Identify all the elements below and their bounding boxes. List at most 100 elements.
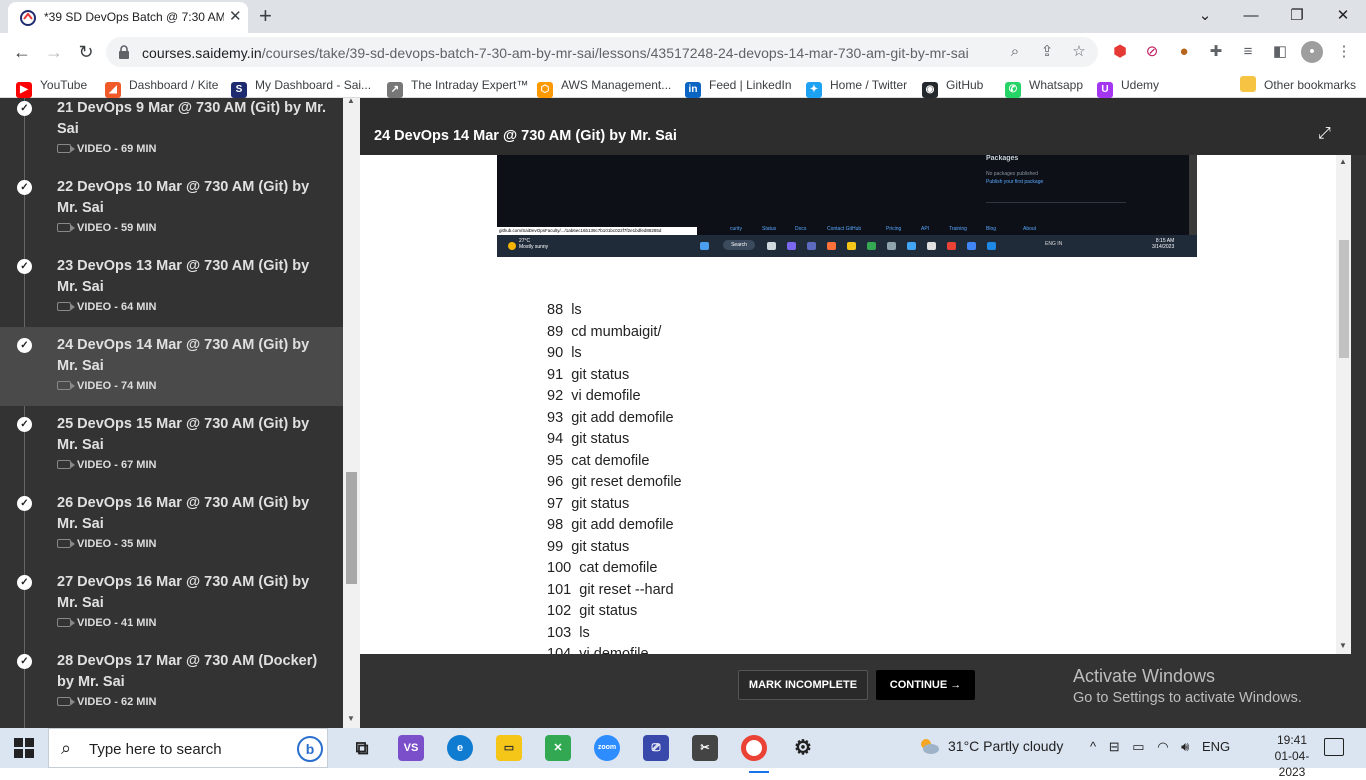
zoom-icon[interactable]: zoom bbox=[594, 735, 620, 761]
tab-close-icon[interactable]: ✕ bbox=[229, 9, 242, 25]
udemy-icon: U bbox=[1097, 82, 1113, 98]
kite-icon: ◢ bbox=[105, 82, 121, 98]
edge-icon[interactable]: e bbox=[447, 735, 473, 761]
new-tab-icon[interactable]: + bbox=[259, 4, 272, 28]
windows-start-icon[interactable] bbox=[14, 738, 34, 758]
embedded-explorer-icon bbox=[847, 242, 856, 250]
visual-studio-icon[interactable]: VS bbox=[398, 735, 424, 761]
browser-tab[interactable]: *39 SD DevOps Batch @ 7:30 AM ✕ bbox=[8, 2, 248, 33]
menu-icon[interactable]: ⋮ bbox=[1333, 41, 1355, 63]
address-bar[interactable]: courses.saidemy.in/courses/take/39-sd-de… bbox=[106, 37, 1098, 67]
taskbar-weather[interactable]: 31°C Partly cloudy bbox=[918, 737, 1063, 755]
scroll-up-icon[interactable]: ▲ bbox=[347, 98, 355, 105]
bookmark-saidemy[interactable]: S My Dashboard - Sai... bbox=[231, 76, 371, 98]
lesson-item[interactable]: ✓ 23 DevOps 13 Mar @ 730 AM (Git) by Mr. … bbox=[0, 248, 343, 327]
embedded-footer-link: curity bbox=[730, 226, 742, 232]
lesson-item[interactable]: ✓ 22 DevOps 10 Mar @ 730 AM (Git) by Mr. … bbox=[0, 169, 343, 248]
bing-icon[interactable]: b bbox=[297, 736, 323, 762]
bookmark-aws[interactable]: ⬡ AWS Management... bbox=[537, 76, 671, 98]
scroll-down-icon[interactable]: ▼ bbox=[1339, 641, 1347, 650]
lesson-item[interactable]: ✓ 24 DevOps 14 Mar @ 730 AM (Git) by Mr. … bbox=[0, 327, 343, 406]
cookie-extension-icon[interactable]: ● bbox=[1173, 41, 1195, 63]
lesson-item[interactable]: ✓ 25 DevOps 15 Mar @ 730 AM (Git) by Mr. … bbox=[0, 406, 343, 485]
block-extension-icon[interactable]: ⊘ bbox=[1141, 41, 1163, 63]
lesson-item-meta: VIDEO - 69 MIN bbox=[57, 143, 156, 155]
bookmarks-bar: ▶ YouTube ◢ Dashboard / Kite S My Dashboard -… bbox=[0, 71, 1366, 98]
sidebar-scroll-thumb[interactable] bbox=[346, 472, 357, 584]
content-scroll-thumb[interactable] bbox=[1339, 240, 1349, 358]
window-close-icon[interactable]: ✕ bbox=[1332, 5, 1354, 27]
completed-check-icon: ✓ bbox=[17, 654, 32, 669]
file-explorer-icon[interactable]: ▭ bbox=[496, 735, 522, 761]
restore-icon[interactable]: ❐ bbox=[1286, 5, 1308, 27]
history-line: 104 vi demofile bbox=[547, 646, 649, 654]
scroll-up-icon[interactable]: ▲ bbox=[1339, 157, 1347, 166]
bookmark-whatsapp[interactable]: ✆ Whatsapp bbox=[1005, 76, 1083, 98]
app-icon[interactable]: ✕ bbox=[545, 735, 571, 761]
task-view-icon[interactable]: ⧉ bbox=[349, 735, 375, 761]
continue-button[interactable]: CONTINUE → bbox=[876, 670, 975, 700]
twitter-icon: ✦ bbox=[806, 82, 822, 98]
sidebar-scrollbar[interactable]: ▲ ▼ bbox=[343, 98, 360, 728]
reload-icon[interactable]: ↻ bbox=[75, 41, 97, 63]
mark-incomplete-button[interactable]: MARK INCOMPLETE bbox=[738, 670, 868, 700]
wifi-icon[interactable]: ◠ bbox=[1157, 739, 1168, 754]
bookmark-twitter[interactable]: ✦ Home / Twitter bbox=[806, 76, 907, 98]
adblock-extension-icon[interactable]: ⬢ bbox=[1109, 41, 1131, 63]
video-icon bbox=[57, 539, 75, 548]
content-scrollbar[interactable]: ▲ ▼ bbox=[1336, 155, 1351, 654]
language-indicator[interactable]: ENG bbox=[1202, 739, 1230, 754]
lesson-item[interactable]: ✓ 21 DevOps 9 Mar @ 730 AM (Git) by Mr. S… bbox=[0, 98, 343, 169]
completed-check-icon: ✓ bbox=[17, 180, 32, 195]
bookmark-udemy[interactable]: U Udemy bbox=[1097, 76, 1159, 98]
notification-icon[interactable] bbox=[1324, 738, 1344, 756]
bookmark-intraday[interactable]: ↗ The Intraday Expert™ bbox=[387, 76, 528, 98]
bookmark-kite[interactable]: ◢ Dashboard / Kite bbox=[105, 76, 219, 98]
chrome-icon[interactable] bbox=[741, 735, 769, 773]
youtube-icon: ▶ bbox=[16, 82, 32, 98]
windows-taskbar: ⌕ Type here to search b ⧉ VS e ▭ ✕ zoom … bbox=[0, 728, 1366, 779]
other-bookmarks[interactable]: Other bookmarks bbox=[1240, 76, 1356, 94]
taskbar-search[interactable]: ⌕ Type here to search b bbox=[48, 728, 328, 768]
lesson-item-title: 22 DevOps 10 Mar @ 730 AM (Git) by Mr. S… bbox=[57, 179, 310, 216]
packages-heading: Packages bbox=[986, 155, 1019, 162]
lesson-item[interactable]: ✓ 28 DevOps 17 Mar @ 730 AM (Docker) by M… bbox=[0, 643, 343, 722]
volume-icon[interactable]: 🔊︎ bbox=[1181, 739, 1189, 754]
bookmark-github[interactable]: ◉ GitHub bbox=[922, 76, 983, 98]
back-icon[interactable]: ← bbox=[11, 41, 33, 63]
intraday-icon: ↗ bbox=[387, 82, 403, 98]
history-line: 90 ls bbox=[547, 345, 582, 361]
tray-chevron-icon[interactable]: ^ bbox=[1090, 739, 1096, 754]
battery-icon[interactable]: ▭ bbox=[1132, 739, 1144, 754]
embedded-footer-link: Docs bbox=[795, 226, 807, 232]
forward-icon[interactable]: → bbox=[43, 41, 65, 63]
profile-avatar[interactable]: • bbox=[1301, 41, 1323, 63]
reading-list-icon[interactable]: ≡ bbox=[1237, 41, 1259, 63]
minimize-icon[interactable]: — bbox=[1240, 5, 1262, 27]
lesson-item[interactable]: ✓ 27 DevOps 16 Mar @ 730 AM (Git) by Mr. … bbox=[0, 564, 343, 643]
lesson-item[interactable]: ✓ 26 DevOps 16 Mar @ 730 AM (Git) by Mr. … bbox=[0, 485, 343, 564]
bookmark-label: Dashboard / Kite bbox=[129, 78, 219, 92]
history-line: 88 ls bbox=[547, 302, 582, 318]
tray-app-icon[interactable]: ⊟ bbox=[1109, 739, 1120, 754]
embedded-taskview-icon bbox=[767, 242, 776, 250]
bookmark-youtube[interactable]: ▶ YouTube bbox=[16, 76, 87, 98]
bookmark-linkedin[interactable]: in Feed | LinkedIn bbox=[685, 76, 792, 98]
extensions-puzzle-icon[interactable]: ✚ bbox=[1205, 41, 1227, 63]
settings-gear-icon[interactable]: ⚙ bbox=[790, 735, 816, 761]
taskbar-clock[interactable]: 19:41 01-04-2023 bbox=[1262, 732, 1322, 780]
partly-cloudy-icon bbox=[921, 739, 939, 754]
lesson-main: 24 DevOps 14 Mar @ 730 AM (Git) by Mr. S… bbox=[360, 98, 1366, 728]
snipping-tool-icon[interactable]: ✂ bbox=[692, 735, 718, 761]
folder-icon bbox=[1240, 76, 1256, 92]
no-packages-text: No packages published bbox=[986, 171, 1038, 177]
zoom-icon[interactable]: ⌕ bbox=[1004, 41, 1026, 63]
share-icon[interactable]: ⇪ bbox=[1036, 41, 1058, 63]
embedded-lang: ENG IN bbox=[1045, 241, 1063, 247]
scroll-down-icon[interactable]: ▼ bbox=[347, 714, 355, 723]
side-panel-icon[interactable]: ◧ bbox=[1269, 41, 1291, 63]
remote-desktop-icon[interactable]: ⎚ bbox=[643, 735, 669, 761]
tab-search-chevron-icon[interactable]: ⌄ bbox=[1194, 5, 1216, 27]
bookmark-star-icon[interactable]: ☆ bbox=[1068, 41, 1090, 63]
fullscreen-expand-icon[interactable]: ⤢ bbox=[1318, 125, 1336, 143]
